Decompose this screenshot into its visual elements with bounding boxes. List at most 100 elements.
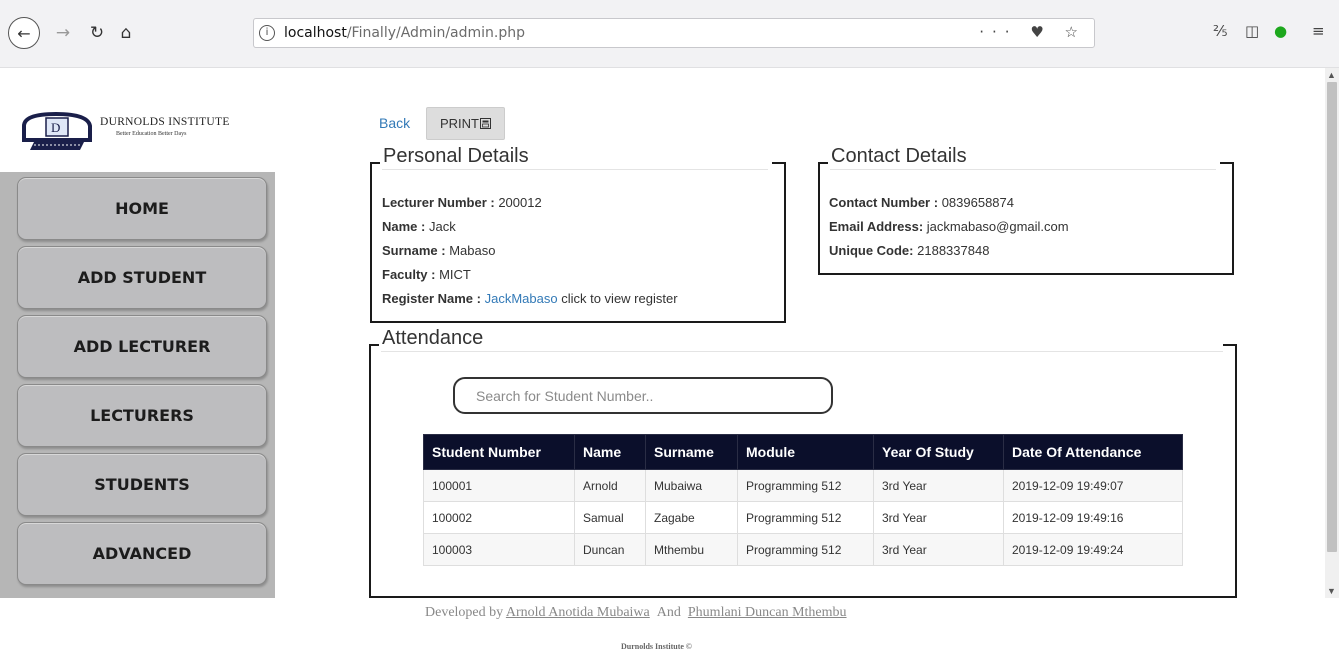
sidebar-menu: HOME ADD STUDENT ADD LECTURER LECTURERS … xyxy=(0,172,275,598)
developer-two-link[interactable]: Phumlani Duncan Mthembu xyxy=(688,605,847,620)
table-cell: Mthembu xyxy=(645,533,738,566)
sidebar-item-home[interactable]: HOME xyxy=(17,177,267,240)
legend-rule xyxy=(382,169,768,170)
copyright-text: Durnolds Institute © xyxy=(621,642,692,651)
name-value: Jack xyxy=(428,219,456,234)
sidebar-item-advanced[interactable]: ADVANCED xyxy=(17,522,267,585)
sidebar-toggle-icon[interactable]: ◫ xyxy=(1245,22,1259,40)
print-button[interactable]: PRINT xyxy=(426,107,505,140)
page-actions-icon[interactable]: ··· ♥ ☆ xyxy=(979,23,1086,41)
box-corner xyxy=(369,344,379,351)
info-icon[interactable]: i xyxy=(259,25,275,41)
box-corner xyxy=(1223,344,1237,351)
column-header[interactable]: Student Number xyxy=(423,434,575,470)
table-row: 100002 Samual Zagabe Programming 512 3rd… xyxy=(423,501,1183,534)
student-number-search-input[interactable] xyxy=(453,377,833,414)
unique-code-line: Unique Code: 2188337848 xyxy=(829,243,990,258)
sidebar-item-students[interactable]: STUDENTS xyxy=(17,453,267,516)
box-corner xyxy=(370,162,380,169)
table-cell: Programming 512 xyxy=(737,533,874,566)
institute-logo: D DURNOLDS INSTITUTE Better Education Be… xyxy=(18,106,268,156)
developer-one-link[interactable]: Arnold Anotida Mubaiwa xyxy=(506,605,650,620)
url-host: localhost xyxy=(284,25,347,41)
reload-icon[interactable]: ↻ xyxy=(84,20,110,46)
personal-details-box: Personal Details Lecturer Number : 20001… xyxy=(370,145,786,323)
unique-code-value: 2188337848 xyxy=(917,243,990,258)
box-corner xyxy=(818,162,828,169)
contact-number-line: Contact Number : 0839658874 xyxy=(829,195,1014,210)
table-header-row: Student Number Name Surname Module Year … xyxy=(423,434,1183,470)
table-row: 100003 Duncan Mthembu Programming 512 3r… xyxy=(423,533,1183,566)
attendance-table: Student Number Name Surname Module Year … xyxy=(423,434,1183,566)
contact-details-box: Contact Details Contact Number : 0839658… xyxy=(818,145,1234,275)
legend-rule xyxy=(381,351,1223,352)
sidebar: D DURNOLDS INSTITUTE Better Education Be… xyxy=(0,68,275,598)
box-corner xyxy=(1220,162,1234,169)
contact-details-legend: Contact Details xyxy=(830,145,968,168)
surname-line: Surname : Mabaso xyxy=(382,243,496,258)
table-cell: Samual xyxy=(574,501,646,534)
url-bar[interactable]: i localhost/Finally/Admin/admin.php ··· … xyxy=(253,18,1095,48)
table-cell: 2019-12-09 19:49:24 xyxy=(1003,533,1183,566)
url-path: /Finally/Admin/admin.php xyxy=(346,25,526,41)
table-cell: 100001 xyxy=(423,469,575,502)
lecturer-number-value: 200012 xyxy=(498,195,542,210)
column-header[interactable]: Name xyxy=(574,434,646,470)
table-cell: 3rd Year xyxy=(873,501,1004,534)
table-cell: Duncan xyxy=(574,533,646,566)
url-text: localhost/Finally/Admin/admin.php xyxy=(284,25,525,41)
faculty-line: Faculty : MICT xyxy=(382,267,471,282)
page-scrollbar[interactable]: ▲ ▼ xyxy=(1325,68,1339,598)
register-line: Register Name : JackMabaso click to view… xyxy=(382,291,678,306)
scroll-up-icon[interactable]: ▲ xyxy=(1327,70,1336,80)
library-icon[interactable]: ⅖ xyxy=(1213,22,1228,40)
surname-value: Mabaso xyxy=(449,243,496,258)
table-cell: Programming 512 xyxy=(737,501,874,534)
email-value: jackmabaso@gmail.com xyxy=(926,219,1069,234)
column-header[interactable]: Date Of Attendance xyxy=(1003,434,1183,470)
contact-number-value: 0839658874 xyxy=(941,195,1014,210)
table-cell: Zagabe xyxy=(645,501,738,534)
table-cell: 3rd Year xyxy=(873,469,1004,502)
legend-rule xyxy=(830,169,1216,170)
browser-forward-icon[interactable]: → xyxy=(50,20,76,46)
developer-credits: Developed by Arnold Anotida Mubaiwa And … xyxy=(425,605,847,621)
logo-subtitle: Better Education Better Days xyxy=(116,131,187,137)
table-cell: Mubaiwa xyxy=(645,469,738,502)
table-cell: Programming 512 xyxy=(737,469,874,502)
table-cell: 2019-12-09 19:49:16 xyxy=(1003,501,1183,534)
back-link[interactable]: Back xyxy=(379,115,410,131)
email-line: Email Address: jackmabaso@gmail.com xyxy=(829,219,1069,234)
browser-back-icon[interactable]: ← xyxy=(8,17,40,49)
table-cell: 3rd Year xyxy=(873,533,1004,566)
sidebar-item-add-student[interactable]: ADD STUDENT xyxy=(17,246,267,309)
sidebar-item-lecturers[interactable]: LECTURERS xyxy=(17,384,267,447)
scroll-down-icon[interactable]: ▼ xyxy=(1327,586,1336,596)
logo-title: DURNOLDS INSTITUTE xyxy=(100,116,230,128)
personal-details-legend: Personal Details xyxy=(382,145,530,168)
column-header[interactable]: Surname xyxy=(645,434,738,470)
sidebar-item-add-lecturer[interactable]: ADD LECTURER xyxy=(17,315,267,378)
table-cell: Arnold xyxy=(574,469,646,502)
extension-icon[interactable]: ● xyxy=(1274,22,1287,40)
lecturer-number-line: Lecturer Number : 200012 xyxy=(382,195,542,210)
table-row: 100001 Arnold Mubaiwa Programming 512 3r… xyxy=(423,469,1183,502)
table-cell: 2019-12-09 19:49:07 xyxy=(1003,469,1183,502)
monitor-logo-icon: D xyxy=(22,111,92,150)
register-link[interactable]: JackMabaso xyxy=(485,291,558,306)
faculty-value: MICT xyxy=(439,267,471,282)
column-header[interactable]: Year Of Study xyxy=(873,434,1004,470)
box-corner xyxy=(772,162,786,169)
column-header[interactable]: Module xyxy=(737,434,874,470)
scroll-thumb[interactable] xyxy=(1327,82,1337,552)
developed-by-text: Developed by xyxy=(425,605,504,620)
home-icon[interactable]: ⌂ xyxy=(113,20,139,46)
browser-toolbar: ← → ↻ ⌂ i localhost/Finally/Admin/admin.… xyxy=(0,0,1339,68)
attendance-legend: Attendance xyxy=(381,327,485,350)
hamburger-menu-icon[interactable]: ≡ xyxy=(1312,22,1325,40)
register-hint: click to view register xyxy=(561,291,678,306)
name-line: Name : Jack xyxy=(382,219,456,234)
printer-icon xyxy=(480,118,491,129)
table-cell: 100002 xyxy=(423,501,575,534)
and-text: And xyxy=(656,605,681,620)
